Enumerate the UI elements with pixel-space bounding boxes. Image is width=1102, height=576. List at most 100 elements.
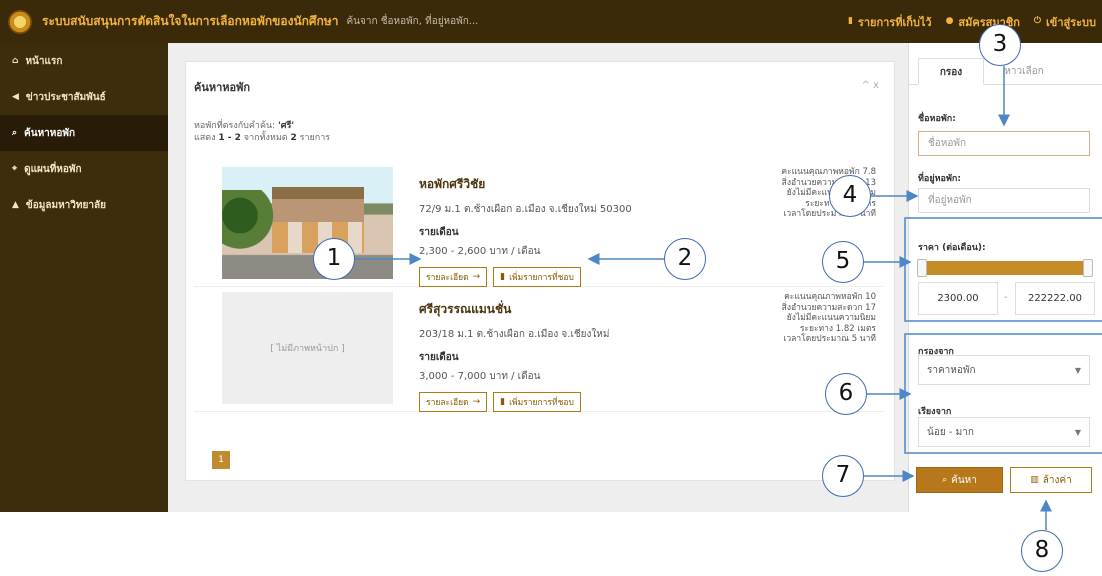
map-marker-icon: ⌖ [12,163,18,174]
sidebar-item-label: ข้อมูลมหาวิทยาลัย [25,199,106,211]
sidebar-item-search-dorm[interactable]: ⌕ ค้นหาหอพัก [0,115,168,151]
sidebar-item-label: ดูแผนที่หอพัก [24,163,82,175]
callout-3: 3 [979,24,1021,66]
bookmark-icon: ▮ [847,16,853,26]
sidebar-item-label: หน้าแรก [25,55,63,67]
search-button-label: ค้นหา [951,474,977,486]
show-count-line: แสดง 1 - 2 จากทั้งหมด 2 รายการ [194,132,330,144]
favorite-label: เพิ่มรายการที่ชอบ [509,398,574,408]
estimated-time: เวลาโดยประมาณ 5 นาที [783,334,876,344]
pagination-page-1[interactable]: 1 [212,451,230,469]
details-button[interactable]: รายละเอียด → [419,392,488,412]
dorm-name-label: ชื่อหอพัก: [918,114,956,124]
price-range-slider[interactable] [917,259,1093,277]
chevron-down-icon: ▼ [1074,428,1081,437]
dorm-address-label: ที่อยู่หอพัก: [918,174,961,184]
dorm-actions: รายละเอียด → ▮ เพิ่มรายการที่ชอบ [419,392,679,412]
filter-by-select[interactable]: ราคาหอพัก ▼ [918,355,1090,385]
search-button[interactable]: ⌕ ค้นหา [916,467,1003,493]
price-label: รายเดือน [419,227,459,238]
dorm-info: ศรีสุวรรณแมนชั่น 203/18 ม.1 ต.ช้างเผือก … [419,300,679,412]
trash-icon: ▥ [1030,474,1039,485]
details-button[interactable]: รายละเอียด → [419,267,488,287]
search-term-prefix: หอพักที่ตรงกับคำค้น: [194,121,279,131]
university-logo-icon [8,9,32,34]
sidebar-item-label: ค้นหาหอพัก [24,127,76,139]
dorm-search-panel: ค้นหาหอพัก ^ x หอพักที่ตรงกับคำค้น: 'ศรี… [185,61,895,481]
details-label: รายละเอียด [426,273,469,283]
price-filter-label: ราคา (ต่อเดือน): [918,243,986,253]
dorm-result-srisuwan-mansion: [ ไม่มีภาพหน้าปก ] ศรีสุวรรณแมนชั่น 203/… [194,292,884,412]
sidebar: ⌂ หน้าแรก ◀ ข่าวประชาสัมพันธ์ ⌕ ค้นหาหอพัก … [0,43,168,512]
dorm-name-input[interactable]: ชื่อหอพัก [918,131,1090,156]
dorm-info: หอพักศรีวิชัย 72/9 ม.1 ต.ช้างเผือก อ.เมื… [419,175,679,287]
dorm-address: 72/9 ม.1 ต.ช้างเผือก อ.เมือง จ.เชียงใหม่… [419,204,632,215]
quality-score: คะแนนคุณภาพหอพัก 10 [784,292,876,302]
range-separator: - [1004,292,1008,303]
result-summary: หอพักที่ตรงกับคำค้น: 'ศรี' แสดง 1 - 2 จา… [194,120,330,144]
favorite-label: เพิ่มรายการที่ชอบ [509,273,574,283]
sort-by-label: เรียงจาก [918,407,952,417]
app-title: ระบบสนับสนุนการตัดสินใจในการเลือกหอพักขอ… [42,14,339,28]
dorm-metrics: คะแนนคุณภาพหอพัก 10 สิ่งอำนวยความสะดวก 1… [706,292,876,345]
show-range: 1 - 2 [218,133,241,143]
top-navigation-bar: ระบบสนับสนุนการตัดสินใจในการเลือกหอพักขอ… [0,0,1102,43]
dorm-address-input[interactable]: ที่อยู่หอพัก [918,188,1090,213]
show-middle: จากทั้งหมด [240,133,291,143]
dorm-name[interactable]: ศรีสุวรรณแมนชั่น [419,300,679,319]
graduation-cap-icon: ▲ [12,199,19,210]
dorm-name[interactable]: หอพักศรีวิชัย [419,175,679,194]
sidebar-item-dorm-map[interactable]: ⌖ ดูแผนที่หอพัก [0,151,168,187]
no-cover-image: [ ไม่มีภาพหน้าปก ] [222,292,393,404]
login-label: เข้าสู่ระบบ [1046,15,1096,29]
min-price-input[interactable]: 2300.00 [918,282,998,315]
dorm-address: 203/18 ม.1 ต.ช้างเผือก อ.เมือง จ.เชียงให… [419,329,610,340]
clear-button-label: ล้างค่า [1042,474,1072,486]
search-icon: ⌕ [12,127,18,138]
max-price-handle[interactable] [1083,259,1093,277]
dorm-result-sriwichai: หอพักศรีวิชัย 72/9 ม.1 ต.ช้างเผือก อ.เมื… [194,167,884,287]
min-price-handle[interactable] [917,259,927,277]
callout-6: 6 [825,373,867,415]
show-prefix: แสดง [194,133,219,143]
price-label: รายเดือน [419,352,459,363]
login-link[interactable]: ⏻ เข้าสู่ระบบ [1034,13,1096,31]
top-search-input[interactable]: ค้นจาก ชื่อหอพัก, ที่อยู่หอพัก... [346,14,478,29]
panel-tool-icons[interactable]: ^ x [862,80,879,91]
search-icon: ⌕ [942,474,948,485]
account-links: ▮ รายการที่เก็บไว้ ● สมัครสมาชิก ⏻ เข้าสู่ร… [848,0,1096,43]
arrow-right-icon: → [472,271,481,282]
add-favorite-button[interactable]: ▮ เพิ่มรายการที่ชอบ [493,267,581,287]
sidebar-item-news[interactable]: ◀ ข่าวประชาสัมพันธ์ [0,79,168,115]
arrow-right-icon: → [472,396,481,407]
callout-8: 8 [1021,530,1063,572]
callout-4: 4 [829,175,871,217]
sidebar-item-home[interactable]: ⌂ หน้าแรก [0,43,168,79]
add-favorite-button[interactable]: ▮ เพิ่มรายการที่ชอบ [493,392,581,412]
callout-5: 5 [822,241,864,283]
distance: ระยะทาง 1.82 เมตร [799,323,876,334]
dorm-price: 2,300 - 2,600 บาท / เดือน [419,246,541,257]
saved-list-link[interactable]: ▮ รายการที่เก็บไว้ [848,13,932,31]
bookmark-icon: ▮ [500,396,506,407]
popularity-score: ยังไม่มีคะแนนความนิยม [786,313,876,323]
bullhorn-icon: ◀ [12,91,19,102]
bookmark-icon: ▮ [500,271,506,282]
clear-button[interactable]: ▥ ล้างค่า [1010,467,1092,493]
dorm-photo [222,167,393,279]
sort-by-select[interactable]: น้อย - มาก ▼ [918,417,1090,447]
filter-panel: กรอง หาวเลือก ชื่อหอพัก: ชื่อหอพัก ที่อย… [908,43,1102,512]
chevron-down-icon: ▼ [1074,366,1081,375]
main-content: ค้นหาหอพัก ^ x หอพักที่ตรงกับคำค้น: 'ศรี… [168,43,908,512]
details-label: รายละเอียด [426,398,469,408]
callout-7: 7 [822,455,864,497]
callout-2: 2 [664,238,706,280]
panel-title: ค้นหาหอพัก [194,81,251,94]
max-price-input[interactable]: 222222.00 [1015,282,1095,315]
facilities-score: สิ่งอำนวยความสะดวก 17 [781,302,876,313]
dorm-actions: รายละเอียด → ▮ เพิ่มรายการที่ชอบ [419,267,679,287]
sidebar-item-university-info[interactable]: ▲ ข้อมูลมหาวิทยาลัย [0,187,168,223]
search-term-line: หอพักที่ตรงกับคำค้น: 'ศรี' [194,120,330,132]
tab-filter[interactable]: กรอง [918,58,984,85]
search-term: 'ศรี' [278,121,295,131]
